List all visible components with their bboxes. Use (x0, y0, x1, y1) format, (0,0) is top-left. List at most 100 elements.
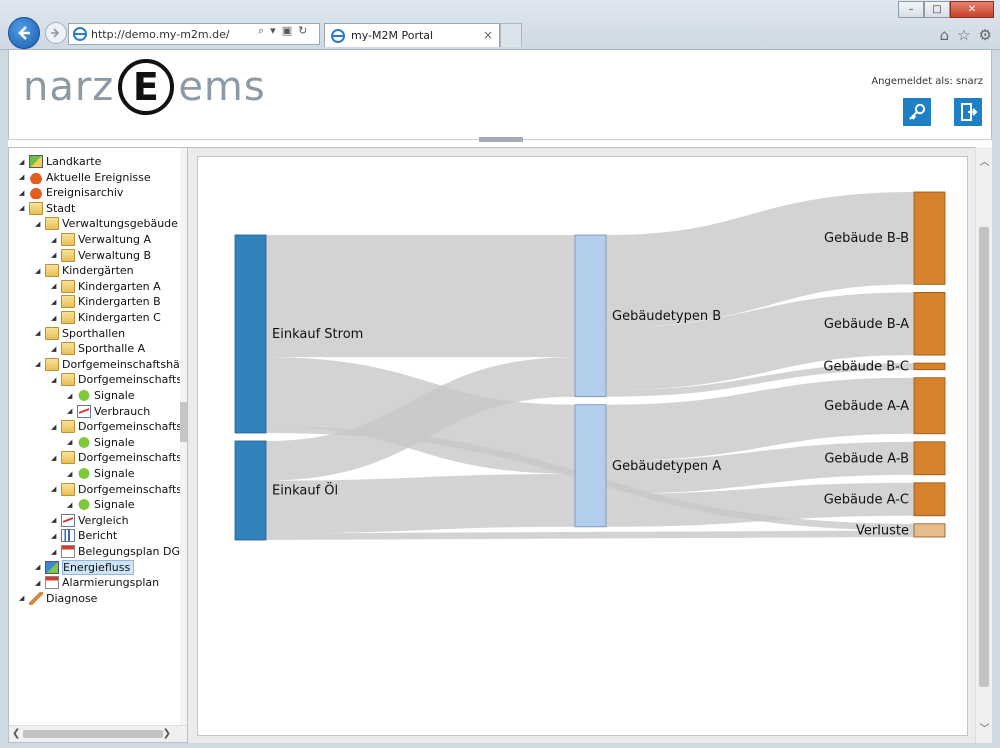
sankey-link-oel-typA[interactable] (265, 474, 576, 534)
tree-expand-arrow-icon[interactable]: ◢ (19, 204, 29, 212)
sankey-node-aa[interactable] (913, 377, 946, 435)
compat-icon[interactable]: ▣ (282, 24, 292, 38)
tab-close-icon[interactable]: × (483, 28, 493, 42)
tree-item[interactable]: ◢ Ereignisarchiv (19, 185, 123, 200)
tree-item[interactable]: ◢ Dorfgemeinschafts (51, 419, 182, 434)
main-vertical-scrollbar[interactable]: ︿ ﹀ (975, 147, 992, 743)
maximize-button[interactable]: □ (924, 1, 950, 18)
tree-item[interactable]: ◢ Sporthalle A (51, 341, 145, 356)
gear-icon[interactable]: ⚙ (979, 26, 992, 44)
tree-expand-arrow-icon[interactable]: ◢ (51, 314, 61, 322)
tree-item[interactable]: ◢ Signale (67, 388, 135, 403)
home-icon[interactable]: ⌂ (940, 26, 950, 44)
tree-item[interactable]: ◢ Stadt (19, 201, 75, 216)
main-vertical-scroll-thumb[interactable] (979, 227, 989, 687)
header-collapse-handle[interactable] (479, 137, 523, 142)
sankey-node-ac[interactable] (913, 482, 946, 517)
tree-expand-arrow-icon[interactable]: ◢ (51, 298, 61, 306)
change-password-button[interactable] (903, 98, 931, 126)
sidebar-vertical-scrollbar[interactable] (180, 148, 187, 726)
sankey-node-strom[interactable] (234, 234, 267, 434)
scroll-right-icon[interactable]: ❯ (163, 728, 171, 739)
sidebar-vertical-scroll-thumb[interactable] (180, 402, 187, 442)
tree-expand-arrow-icon[interactable]: ◢ (51, 236, 61, 244)
tree-expand-arrow-icon[interactable]: ◢ (67, 392, 77, 400)
tree-item[interactable]: ◢ Vergleich (51, 513, 129, 528)
search-icon[interactable]: ⌕ (258, 24, 264, 38)
tree-item[interactable]: ◢ Verwaltung A (51, 232, 151, 247)
tree-expand-arrow-icon[interactable]: ◢ (19, 594, 29, 602)
tree-expand-arrow-icon[interactable]: ◢ (67, 438, 77, 446)
sankey-node-typB[interactable] (574, 234, 607, 398)
sankey-node-ab[interactable] (913, 441, 946, 476)
scroll-down-icon[interactable]: ﹀ (976, 720, 993, 735)
tree-expand-arrow-icon[interactable]: ◢ (51, 548, 61, 556)
tree-expand-arrow-icon[interactable]: ◢ (67, 470, 77, 478)
tree-expand-arrow-icon[interactable]: ◢ (51, 423, 61, 431)
tree-item[interactable]: ◢ Dorfgemeinschafts (51, 450, 182, 465)
favorites-star-icon[interactable]: ☆ (957, 26, 970, 44)
tree-item[interactable]: ◢ Verwaltungsgebäude (35, 216, 178, 231)
tree-expand-arrow-icon[interactable]: ◢ (51, 251, 61, 259)
scroll-up-icon[interactable]: ︿ (976, 153, 993, 168)
tree-item[interactable]: ◢ Alarmierungsplan (35, 575, 159, 590)
tree-expand-arrow-icon[interactable]: ◢ (35, 579, 45, 587)
sankey-node-bb[interactable] (913, 191, 946, 285)
forward-button[interactable] (45, 22, 67, 44)
tree-item[interactable]: ◢ Energiefluss (35, 559, 135, 575)
tree-item[interactable]: ◢ Kindergarten B (51, 294, 161, 309)
tree-item[interactable]: ◢ Kindergarten C (51, 310, 161, 325)
tree-expand-arrow-icon[interactable]: ◢ (35, 267, 45, 275)
tree-expand-arrow-icon[interactable]: ◢ (19, 158, 29, 166)
tree-expand-arrow-icon[interactable]: ◢ (51, 516, 61, 524)
tree-item[interactable]: ◢ Dorfgemeinschafts (51, 372, 182, 387)
tree-expand-arrow-icon[interactable]: ◢ (35, 563, 45, 571)
tree-expand-arrow-icon[interactable]: ◢ (35, 360, 45, 368)
tree-item[interactable]: ◢ Diagnose (19, 591, 97, 606)
tree-expand-arrow-icon[interactable]: ◢ (67, 407, 77, 415)
scroll-left-icon[interactable]: ❮ (12, 728, 20, 739)
tree-item[interactable]: ◢ Signale (67, 466, 135, 481)
back-button[interactable] (8, 17, 40, 49)
sankey-node-oel[interactable] (234, 440, 267, 541)
minimize-button[interactable]: – (898, 1, 924, 18)
new-tab-button[interactable] (500, 23, 522, 47)
tree-item[interactable]: ◢ Landkarte (19, 154, 101, 169)
tree-expand-arrow-icon[interactable]: ◢ (51, 345, 61, 353)
tree-expand-arrow-icon[interactable]: ◢ (51, 282, 61, 290)
sidebar-horizontal-scrollbar[interactable]: ❮ ❯ (9, 725, 187, 742)
tree-item[interactable]: ◢ Kindergarten A (51, 279, 161, 294)
tree-item[interactable]: ◢ Sporthallen (35, 326, 125, 341)
tree-expand-arrow-icon[interactable]: ◢ (19, 189, 29, 197)
sankey-node-bc[interactable] (913, 362, 946, 371)
tree-expand-arrow-icon[interactable]: ◢ (51, 485, 61, 493)
tree-item[interactable]: ◢ Verbrauch (67, 404, 150, 419)
sankey-node-verluste[interactable] (913, 523, 946, 538)
tree-expand-arrow-icon[interactable]: ◢ (67, 501, 77, 509)
sankey-link-oel-verluste[interactable] (265, 530, 915, 540)
tree-item[interactable]: ◢ Dorfgemeinschaftshäu (35, 357, 187, 372)
logout-button[interactable] (954, 98, 982, 126)
sidebar-horizontal-scroll-thumb[interactable] (23, 730, 163, 738)
tree-item[interactable]: ◢ Aktuelle Ereignisse (19, 170, 151, 185)
sankey-node-typA[interactable] (574, 404, 607, 528)
tree-expand-arrow-icon[interactable]: ◢ (51, 532, 61, 540)
tree-expand-arrow-icon[interactable]: ◢ (51, 376, 61, 384)
tree-expand-arrow-icon[interactable]: ◢ (35, 329, 45, 337)
tree-item[interactable]: ◢ Dorfgemeinschafts (51, 482, 182, 497)
browser-tab[interactable]: my-M2M Portal × (324, 23, 500, 47)
refresh-icon[interactable]: ↻ (298, 24, 307, 38)
tree-item[interactable]: ◢ Verwaltung B (51, 248, 151, 263)
tree-item[interactable]: ◢ Kindergärten (35, 263, 134, 278)
tree-item[interactable]: ◢ Signale (67, 497, 135, 512)
tree-item[interactable]: ◢ Signale (67, 435, 135, 450)
app-logo[interactable]: narz E ems (23, 59, 266, 115)
tree-expand-arrow-icon[interactable]: ◢ (19, 173, 29, 181)
tree-expand-arrow-icon[interactable]: ◢ (35, 220, 45, 228)
tree-item[interactable]: ◢ Belegungsplan DGH (51, 544, 187, 559)
sankey-node-ba[interactable] (913, 291, 946, 356)
dropdown-icon[interactable]: ▾ (270, 24, 276, 38)
tree-expand-arrow-icon[interactable]: ◢ (51, 454, 61, 462)
close-button[interactable]: ✕ (950, 1, 994, 18)
tree-item[interactable]: ◢ Bericht (51, 528, 117, 543)
